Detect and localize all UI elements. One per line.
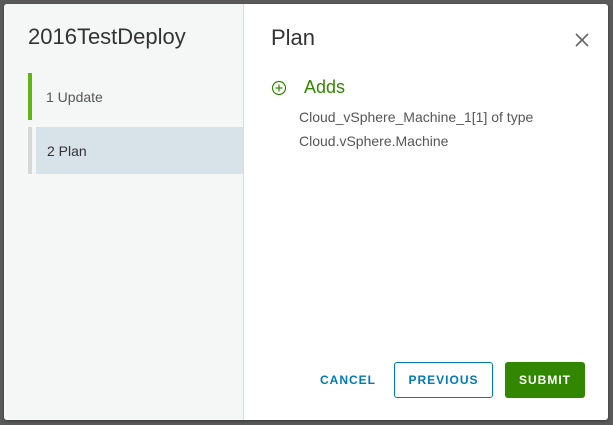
close-button[interactable]	[570, 28, 594, 52]
step-label: 1 Update	[46, 88, 103, 105]
page-title: Plan	[271, 25, 316, 50]
wizard-title: 2016TestDeploy	[28, 24, 186, 49]
step-update[interactable]: 1 Update	[28, 73, 243, 120]
adds-description: Cloud_vSphere_Machine_1[1] of type Cloud…	[299, 109, 534, 149]
step-indicator	[28, 127, 32, 174]
wizard-sidebar: 2016TestDeploy 1 Update 2 Plan	[4, 4, 244, 420]
adds-section-header: Adds	[271, 77, 345, 98]
cancel-button[interactable]: CANCEL	[310, 362, 386, 398]
wizard-dialog: 2016TestDeploy 1 Update 2 Plan Plan Adds…	[4, 4, 608, 420]
step-plan[interactable]: 2 Plan	[28, 127, 243, 174]
step-indicator	[28, 73, 32, 120]
close-icon	[575, 33, 589, 47]
step-label: 2 Plan	[47, 142, 87, 159]
adds-label: Adds	[304, 77, 346, 97]
plus-circle-icon	[271, 80, 287, 95]
submit-button[interactable]: SUBMIT	[505, 362, 585, 398]
wizard-steps: 1 Update 2 Plan	[28, 73, 243, 181]
previous-button[interactable]: PREVIOUS	[394, 362, 493, 398]
